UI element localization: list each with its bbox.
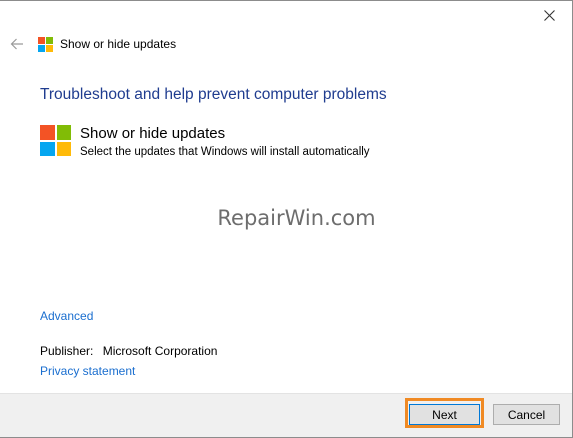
windows-logo-icon	[38, 37, 53, 52]
page-heading: Troubleshoot and help prevent computer p…	[40, 86, 387, 103]
close-icon	[544, 9, 555, 21]
close-button[interactable]	[527, 1, 572, 29]
cancel-button[interactable]: Cancel	[493, 404, 560, 425]
troubleshooter-description: Select the updates that Windows will ins…	[80, 146, 370, 158]
publisher-label: Publisher:	[40, 344, 94, 358]
watermark: RepairWin.com	[217, 206, 376, 230]
back-button[interactable]	[8, 37, 26, 51]
advanced-link[interactable]: Advanced	[40, 309, 93, 323]
publisher-value: Microsoft Corporation	[102, 344, 218, 358]
publisher-info: Publisher: Microsoft Corporation	[40, 344, 217, 358]
next-button[interactable]: Next	[409, 404, 480, 425]
privacy-statement-link[interactable]: Privacy statement	[40, 364, 135, 378]
back-arrow-icon	[10, 38, 23, 50]
window-title: Show or hide updates	[60, 37, 177, 51]
troubleshooter-title: Show or hide updates	[80, 125, 226, 142]
windows-logo-icon	[40, 125, 71, 156]
troubleshooter-window: Show or hide updates Troubleshoot and he…	[0, 0, 573, 438]
footer-bar: Next Cancel	[0, 393, 572, 437]
